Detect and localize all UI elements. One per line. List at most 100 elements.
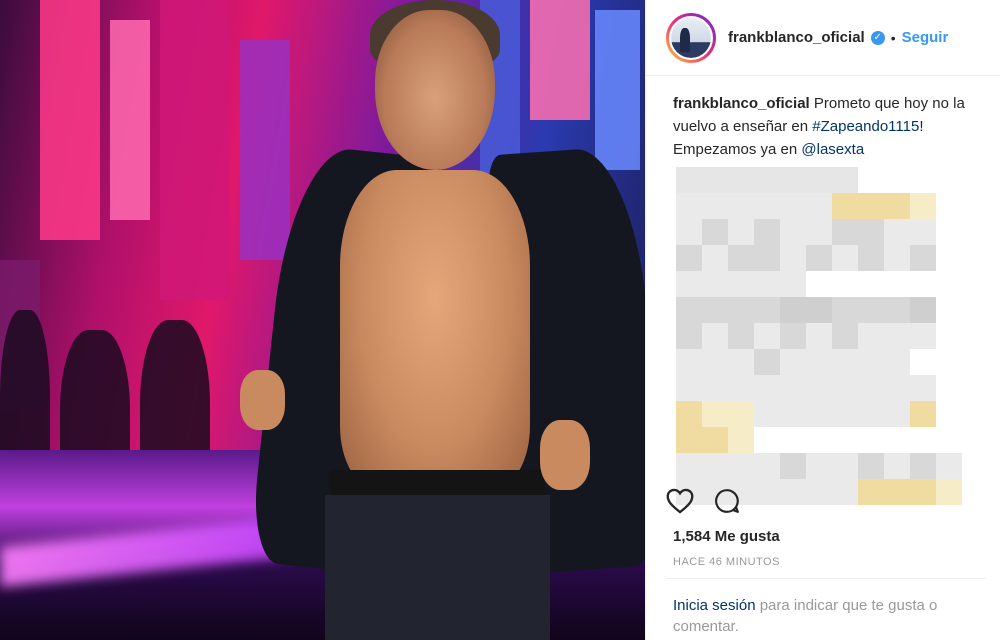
comment-pixel-block bbox=[728, 427, 754, 453]
comment-pixel-block bbox=[806, 193, 832, 219]
comment-pixel-block bbox=[780, 245, 806, 271]
comment-pixel-block bbox=[676, 271, 702, 297]
comment-pixel-block bbox=[832, 453, 858, 479]
comment-pixel-block bbox=[780, 193, 806, 219]
comment-pixel-block bbox=[884, 219, 910, 245]
comment-pixel-block bbox=[832, 479, 858, 505]
comment-pixel-block bbox=[754, 219, 780, 245]
comment-pixel-block bbox=[910, 245, 936, 271]
post-timestamp[interactable]: HACE 46 MINUTOS bbox=[673, 556, 780, 568]
comment-pixel-block bbox=[884, 401, 910, 427]
comment-pixel-block bbox=[676, 401, 702, 427]
comment-pixel-block bbox=[832, 375, 858, 401]
comment-pixel-block bbox=[702, 297, 728, 323]
comment-pixel-block bbox=[676, 297, 702, 323]
profile-avatar[interactable] bbox=[666, 12, 716, 63]
comment-pixel-block bbox=[910, 219, 936, 245]
presenter-figure bbox=[230, 0, 645, 640]
mention-link[interactable]: @lasexta bbox=[801, 141, 864, 158]
torso bbox=[340, 170, 530, 490]
comment-pixel-block bbox=[754, 323, 780, 349]
comment-pixel-block bbox=[728, 401, 754, 427]
post-sidebar: frankblanco_oficial ✓ • Seguir frankblan… bbox=[645, 0, 1000, 640]
comment-pixel-block bbox=[780, 401, 806, 427]
comment-pixel-block bbox=[702, 167, 728, 193]
comment-pixel-block bbox=[806, 323, 832, 349]
comment-pixel-block bbox=[728, 167, 754, 193]
comment-pixel-block bbox=[806, 219, 832, 245]
comment-pixel-block bbox=[728, 453, 754, 479]
comment-pixel-block bbox=[676, 427, 702, 453]
instagram-post: frankblanco_oficial ✓ • Seguir frankblan… bbox=[0, 0, 1000, 640]
comment-pixel-block bbox=[676, 323, 702, 349]
caption-username[interactable]: frankblanco_oficial bbox=[673, 95, 810, 112]
comment-pixel-block bbox=[676, 167, 702, 193]
comment-pixel-block bbox=[780, 375, 806, 401]
comment-pixel-block bbox=[936, 479, 962, 505]
comment-pixel-block bbox=[910, 297, 936, 323]
comment-pixel-block bbox=[806, 297, 832, 323]
follow-button[interactable]: Seguir bbox=[902, 29, 949, 46]
comment-pixel-block bbox=[754, 401, 780, 427]
right-hand bbox=[540, 420, 590, 490]
comment-pixel-block bbox=[676, 349, 702, 375]
likes-count[interactable]: 1,584 Me gusta bbox=[673, 528, 780, 545]
comment-pixel-block bbox=[832, 401, 858, 427]
comment-pixel-block bbox=[806, 401, 832, 427]
comment-pixel-block bbox=[832, 167, 858, 193]
comment-pixel-block bbox=[702, 427, 728, 453]
jeans bbox=[325, 495, 550, 640]
comment-pixel-block bbox=[780, 167, 806, 193]
comment-pixel-block bbox=[884, 193, 910, 219]
comment-pixel-block bbox=[702, 401, 728, 427]
comment-pixel-block bbox=[754, 271, 780, 297]
comment-pixel-block bbox=[806, 375, 832, 401]
comment-pixel-block bbox=[676, 245, 702, 271]
comment-pixel-block bbox=[858, 375, 884, 401]
comment-pixel-block bbox=[884, 323, 910, 349]
head bbox=[375, 10, 495, 170]
comment-pixel-block bbox=[832, 219, 858, 245]
comment-pixel-block bbox=[728, 245, 754, 271]
avatar-image bbox=[671, 17, 711, 58]
verified-badge-icon: ✓ bbox=[870, 30, 885, 45]
login-prompt: Inicia sesión para indicar que te gusta … bbox=[673, 595, 983, 637]
comment-pixel-block bbox=[806, 245, 832, 271]
comment-pixel-block bbox=[728, 297, 754, 323]
left-hand bbox=[240, 370, 285, 430]
comment-icon[interactable] bbox=[714, 488, 740, 514]
comment-pixel-block bbox=[754, 349, 780, 375]
comment-pixel-block bbox=[780, 479, 806, 505]
comment-pixel-block bbox=[858, 401, 884, 427]
username-link[interactable]: frankblanco_oficial bbox=[728, 29, 865, 46]
avatar-frame bbox=[669, 15, 713, 60]
comment-pixel-block bbox=[728, 271, 754, 297]
comment-pixel-block bbox=[728, 375, 754, 401]
comment-pixel-block bbox=[676, 453, 702, 479]
comment-pixel-block bbox=[858, 219, 884, 245]
comment-pixel-block bbox=[884, 245, 910, 271]
comment-pixel-block bbox=[936, 453, 962, 479]
comment-pixel-block bbox=[832, 323, 858, 349]
comment-pixel-block bbox=[858, 453, 884, 479]
comment-pixel-block bbox=[780, 297, 806, 323]
post-photo[interactable] bbox=[0, 0, 645, 640]
comment-pixel-block bbox=[910, 193, 936, 219]
comment-pixel-block bbox=[806, 453, 832, 479]
login-link[interactable]: Inicia sesión bbox=[673, 597, 756, 614]
comment-pixel-block bbox=[780, 453, 806, 479]
comment-pixel-block bbox=[832, 297, 858, 323]
comment-pixel-block bbox=[858, 349, 884, 375]
heart-icon[interactable] bbox=[666, 488, 694, 514]
comment-pixel-block bbox=[728, 193, 754, 219]
post-actions bbox=[666, 488, 740, 514]
comment-pixel-block bbox=[702, 271, 728, 297]
hashtag-link[interactable]: #Zapeando1115 bbox=[812, 118, 919, 135]
comment-pixel-block bbox=[910, 453, 936, 479]
comment-pixel-block bbox=[728, 323, 754, 349]
post-caption: frankblanco_oficial Prometo que hoy no l… bbox=[646, 76, 1000, 161]
comment-pixel-block bbox=[832, 193, 858, 219]
comment-pixel-block bbox=[884, 375, 910, 401]
comment-pixel-block bbox=[832, 245, 858, 271]
comment-pixel-block bbox=[884, 297, 910, 323]
